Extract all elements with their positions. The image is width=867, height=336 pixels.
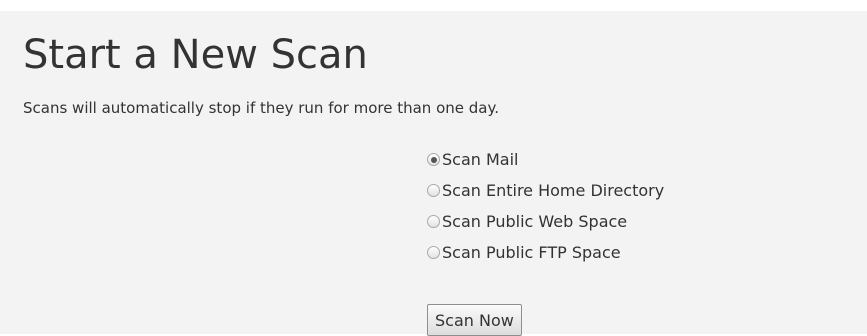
scan-public-web-space-label[interactable]: Scan Public Web Space bbox=[442, 212, 627, 232]
scan-now-button[interactable]: Scan Now bbox=[427, 304, 522, 336]
scan-mail-label[interactable]: Scan Mail bbox=[442, 150, 518, 170]
scan-mail-radio[interactable] bbox=[427, 153, 440, 166]
scan-entire-home-directory-option[interactable]: Scan Entire Home Directory bbox=[427, 175, 664, 206]
scan-public-ftp-space-option[interactable]: Scan Public FTP Space bbox=[427, 237, 664, 268]
scan-public-ftp-space-label[interactable]: Scan Public FTP Space bbox=[442, 243, 621, 263]
scan-public-web-space-option[interactable]: Scan Public Web Space bbox=[427, 206, 664, 237]
scan-type-options: Scan Mail Scan Entire Home Directory Sca… bbox=[427, 144, 664, 268]
page-title: Start a New Scan bbox=[23, 32, 368, 78]
scan-public-web-space-radio[interactable] bbox=[427, 215, 440, 228]
scan-duration-notice: Scans will automatically stop if they ru… bbox=[23, 99, 499, 117]
scan-mail-option[interactable]: Scan Mail bbox=[427, 144, 664, 175]
scan-panel: Start a New Scan Scans will automaticall… bbox=[0, 11, 867, 336]
scan-entire-home-directory-label[interactable]: Scan Entire Home Directory bbox=[442, 181, 664, 201]
scan-public-ftp-space-radio[interactable] bbox=[427, 246, 440, 259]
scan-entire-home-directory-radio[interactable] bbox=[427, 184, 440, 197]
